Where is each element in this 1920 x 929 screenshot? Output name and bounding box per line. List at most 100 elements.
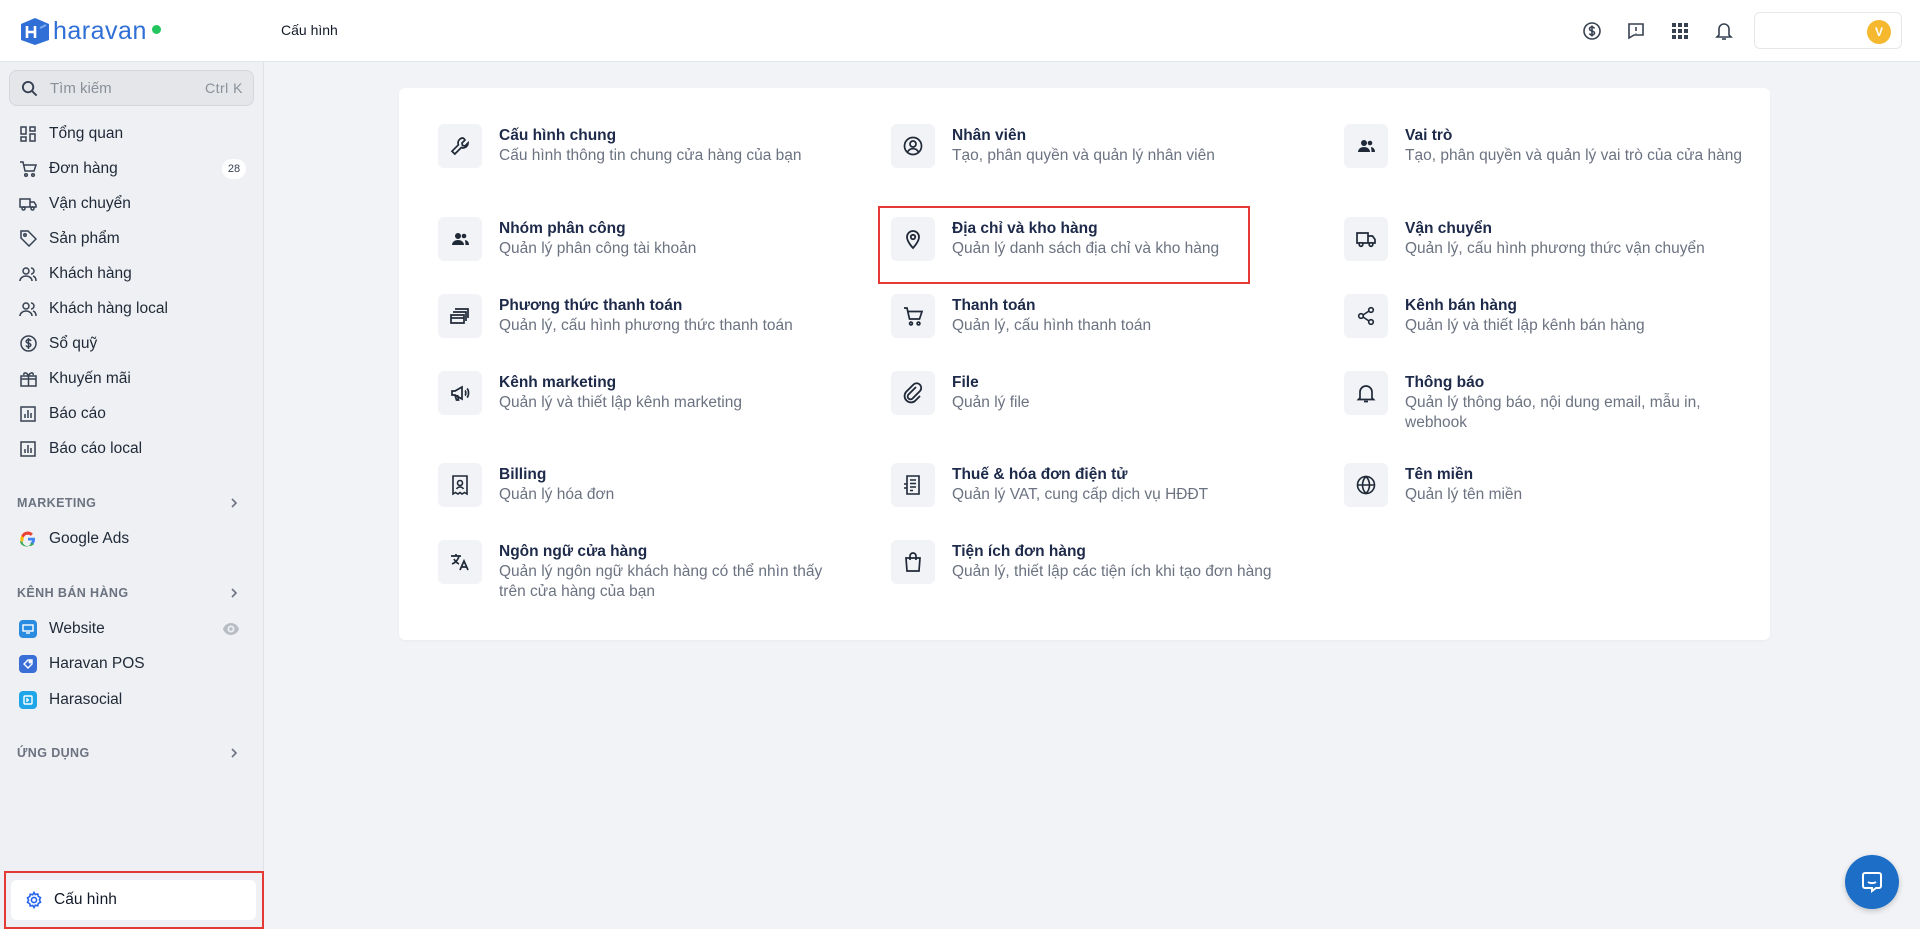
- section-sales-channels[interactable]: KÊNH BÁN HÀNG: [0, 578, 264, 608]
- users-icon: [19, 300, 37, 318]
- tile-desc: Tạo, phân quyền và quản lý vai trò của c…: [1405, 147, 1742, 164]
- sidebar-item-label: Đơn hàng: [49, 159, 118, 177]
- search-shortcut: Ctrl K: [205, 80, 243, 96]
- map-pin-icon: [891, 217, 935, 261]
- tile-store-language[interactable]: Ngôn ngữ cửa hàng Quản lý ngôn ngữ khách …: [438, 540, 868, 602]
- tile-shipping[interactable]: Vận chuyển Quản lý, cấu hình phương thức …: [1344, 217, 1774, 261]
- apps-grid-icon[interactable]: [1668, 19, 1692, 43]
- section-apps[interactable]: ỨNG DỤNG: [0, 738, 264, 768]
- orders-count-badge: 28: [222, 159, 246, 179]
- feedback-icon[interactable]: [1624, 19, 1648, 43]
- sidebar-item-reports[interactable]: Báo cáo: [0, 396, 264, 431]
- tile-payments[interactable]: Thanh toán Quản lý, cấu hình thanh toán: [891, 294, 1321, 338]
- tile-title: File: [952, 374, 979, 391]
- tile-sales-channels[interactable]: Kênh bán hàng Quản lý và thiết lập kênh b…: [1344, 294, 1774, 338]
- sidebar-item-local-reports[interactable]: Báo cáo local: [0, 431, 264, 466]
- sidebar-item-label: Website: [49, 619, 105, 637]
- tile-desc: Quản lý hóa đơn: [499, 486, 615, 503]
- search-box[interactable]: Ctrl K: [9, 70, 254, 106]
- tile-desc: Quản lý, cấu hình phương thức vận chuyển: [1405, 240, 1705, 257]
- tile-addresses-warehouses[interactable]: Địa chỉ và kho hàng Quản lý danh sách địa…: [891, 217, 1321, 261]
- sidebar-item-overview[interactable]: Tổng quan: [0, 116, 264, 151]
- tile-tax-einvoice[interactable]: Thuế & hóa đơn điện tử Quản lý VAT, cung …: [891, 463, 1321, 507]
- bell-icon[interactable]: [1712, 19, 1736, 43]
- section-title: MARKETING: [17, 496, 97, 510]
- pos-icon: [19, 654, 37, 673]
- sidebar-item-website[interactable]: Website: [0, 611, 264, 646]
- cart-icon: [19, 160, 37, 178]
- tile-desc: Quản lý tên miền: [1405, 486, 1523, 503]
- tile-title: Vận chuyển: [1405, 220, 1492, 237]
- sidebar-item-local-customers[interactable]: Khách hàng local: [0, 291, 264, 326]
- search-input[interactable]: [50, 78, 200, 98]
- tile-title: Thanh toán: [952, 297, 1036, 314]
- logo-icon: [21, 18, 49, 45]
- tile-title: Thuế & hóa đơn điện tử: [952, 466, 1128, 483]
- sidebar-item-products[interactable]: Sản phẩm: [0, 221, 264, 256]
- tile-desc: Quản lý, thiết lập các tiện ích khi tạo …: [952, 563, 1272, 580]
- currency-icon[interactable]: [1580, 19, 1604, 43]
- sidebar-item-harasocial[interactable]: Harasocial: [0, 682, 264, 717]
- chat-support-button[interactable]: [1845, 855, 1899, 909]
- tile-desc: Quản lý VAT, cung cấp dịch vụ HĐĐT: [952, 486, 1209, 503]
- tile-title: Tiện ích đơn hàng: [952, 543, 1086, 560]
- receipt-icon: [438, 463, 482, 507]
- users-icon: [438, 217, 482, 261]
- tile-desc: Quản lý, cấu hình phương thức thanh toán: [499, 317, 793, 334]
- sidebar-item-orders[interactable]: Đơn hàng 28: [0, 151, 264, 186]
- sidebar-item-promotions[interactable]: Khuyến mãi: [0, 361, 264, 396]
- tile-domains[interactable]: Tên miền Quản lý tên miền: [1344, 463, 1774, 507]
- megaphone-icon: [438, 371, 482, 415]
- sidebar-item-label: Báo cáo: [49, 404, 106, 422]
- sidebar-item-label: Khách hàng local: [49, 299, 168, 317]
- harasocial-icon: [19, 690, 37, 709]
- section-marketing[interactable]: MARKETING: [0, 488, 264, 518]
- sidebar: Ctrl K Tổng quan Đơn hàng 28 Vận chuyển …: [0, 62, 264, 929]
- tile-files[interactable]: File Quản lý file: [891, 371, 1321, 415]
- sidebar-item-label: Khuyến mãi: [49, 369, 131, 387]
- sidebar-item-label: Vận chuyển: [49, 194, 131, 212]
- sidebar-item-google-ads[interactable]: Google Ads: [0, 521, 264, 556]
- brand-name: haravan: [53, 16, 147, 45]
- tile-billing[interactable]: Billing Quản lý hóa đơn: [438, 463, 868, 507]
- tile-title: Nhân viên: [952, 127, 1027, 144]
- truck-icon: [19, 195, 37, 213]
- sidebar-item-cashbook[interactable]: Sổ quỹ: [0, 326, 264, 361]
- tile-desc: Cấu hình thông tin chung cửa hàng của bạ…: [499, 147, 802, 164]
- tile-marketing-channels[interactable]: Kênh marketing Quản lý và thiết lập kênh …: [438, 371, 868, 415]
- gift-icon: [19, 370, 37, 388]
- chat-icon: [1862, 872, 1882, 893]
- tile-desc: Tạo, phân quyền và quản lý nhân viên: [952, 147, 1215, 164]
- sidebar-item-settings[interactable]: Cấu hình: [11, 880, 256, 920]
- haravan-logo[interactable]: haravan: [18, 14, 161, 48]
- sidebar-item-label: Báo cáo local: [49, 439, 143, 457]
- tile-payment-methods[interactable]: Phương thức thanh toán Quản lý, cấu hình …: [438, 294, 868, 338]
- tile-roles[interactable]: Vai trò Tạo, phân quyền và quản lý vai tr…: [1344, 124, 1774, 168]
- gear-icon: [26, 891, 42, 909]
- user-menu[interactable]: V: [1754, 12, 1902, 49]
- sidebar-item-label: Google Ads: [49, 529, 130, 547]
- dollar-icon: [19, 335, 37, 353]
- tile-title: Địa chỉ và kho hàng: [952, 220, 1098, 237]
- status-dot: [151, 24, 161, 34]
- tile-general-settings[interactable]: Cấu hình chung Cấu hình thông tin chung c…: [438, 124, 868, 168]
- tile-desc: Quản lý thông báo, nội dung email, mẫu i…: [1405, 394, 1701, 431]
- sidebar-item-haravan-pos[interactable]: Haravan POS: [0, 646, 264, 681]
- tile-staff[interactable]: Nhân viên Tạo, phân quyền và quản lý nhân…: [891, 124, 1321, 168]
- sidebar-item-label: Cấu hình: [54, 891, 117, 908]
- sidebar-item-shipping[interactable]: Vận chuyển: [0, 186, 264, 221]
- wrench-icon: [438, 124, 482, 168]
- user-circle-icon: [891, 124, 935, 168]
- credit-card-icon: [438, 294, 482, 338]
- tile-assignment-groups[interactable]: Nhóm phân công Quản lý phân công tài khoả…: [438, 217, 868, 261]
- bar-chart-icon: [19, 405, 37, 423]
- sidebar-item-customers[interactable]: Khách hàng: [0, 256, 264, 291]
- sidebar-item-label: Sản phẩm: [49, 229, 120, 247]
- dashboard-icon: [19, 125, 37, 143]
- eye-icon[interactable]: [222, 621, 240, 637]
- tile-title: Cấu hình chung: [499, 127, 617, 144]
- tile-notifications[interactable]: Thông báo Quản lý thông báo, nội dung ema…: [1344, 371, 1774, 433]
- tile-order-utilities[interactable]: Tiện ích đơn hàng Quản lý, thiết lập các …: [891, 540, 1321, 584]
- tile-desc: Quản lý, cấu hình thanh toán: [952, 317, 1152, 334]
- bell-icon: [1344, 371, 1388, 415]
